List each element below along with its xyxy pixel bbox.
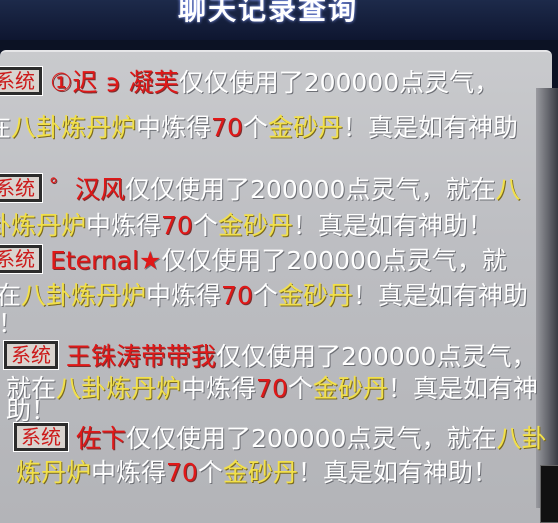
player-name[interactable]: ゜汉风 (50, 175, 125, 204)
item-name: 金砂丹 (222, 458, 298, 487)
chat-message: 系统 Eternal★仅仅使用了200000点灵气，就 (0, 244, 548, 277)
message-text: 在 (0, 113, 11, 142)
item-name: 金砂丹 (217, 211, 293, 240)
message-text: 中炼得 (146, 281, 222, 310)
message-text: ！ (0, 309, 24, 338)
player-name[interactable]: Eternal (50, 246, 139, 275)
message-text: ！真是如有神助！ (297, 458, 498, 487)
system-badge: 系统 (0, 244, 43, 274)
chat-message-line: 卦炼丹炉中炼得70个金砂丹！真是如有神助！ (0, 209, 546, 242)
system-badge: 系统 (0, 66, 43, 96)
message-text: ！真是如有神助 (352, 281, 528, 310)
message-text: ！ (0, 145, 11, 174)
furnace-name: 炼丹炉 (16, 458, 92, 487)
message-text: ！真是如有神助！ (292, 211, 493, 240)
quantity: 70 (166, 458, 198, 487)
message-text: 个 (242, 113, 268, 142)
chat-message-line: ！ (0, 307, 558, 340)
message-text: 助！ (6, 396, 57, 425)
message-text: 在 (0, 281, 22, 310)
player-name[interactable]: 佐卞 (76, 424, 126, 453)
player-name[interactable]: ①迟 ϶ 凝芙 (50, 68, 179, 97)
message-text: 仅仅使用了200000点灵气， (216, 342, 537, 371)
message-text: 仅仅使用了200000点灵气， (178, 68, 500, 97)
star-icon: ★ (138, 246, 162, 275)
item-name: 金砂丹 (267, 113, 343, 142)
chat-message-line: 在八卦炼丹炉中炼得70个金砂丹！真是如有神助 (0, 111, 546, 144)
furnace-name: 八 (495, 175, 521, 204)
chat-message: 系统 ゜汉风仅仅使用了200000点灵气，就在八 (0, 173, 548, 206)
message-text: ！真是如有神助 (342, 113, 518, 142)
message-text: 仅仅使用了200000点灵气，就 (161, 246, 507, 275)
window-title: 聊天记录查询 (178, 0, 359, 26)
player-name[interactable]: 王铢涛带带我 (66, 342, 216, 371)
message-text: 仅仅使用了200000点灵气，就在 (125, 175, 496, 204)
chat-message-line: 炼丹炉中炼得70个金砂丹！真是如有神助！ (16, 456, 558, 489)
message-text: 中炼得 (86, 211, 162, 240)
furnace-name: 八卦炼丹炉 (11, 113, 137, 142)
furnace-name: 八卦炼丹炉 (21, 281, 147, 310)
item-name: 金砂丹 (277, 281, 353, 310)
furnace-name: 八卦 (496, 424, 547, 453)
message-text: 中炼得 (91, 458, 167, 487)
quantity: 70 (161, 211, 193, 240)
chat-message: 系统 ①迟 ϶ 凝芙仅仅使用了200000点灵气， (0, 66, 548, 99)
chat-message: 系统 王铢涛带带我仅仅使用了200000点灵气， (3, 340, 558, 373)
message-text: 个 (252, 281, 278, 310)
chat-message-line: ！ (0, 143, 546, 176)
furnace-name: 卦炼丹炉 (0, 211, 87, 240)
system-badge: 系统 (13, 422, 69, 452)
message-text: 中炼得 (136, 113, 212, 142)
message-text: 仅仅使用了200000点灵气，就在 (126, 424, 497, 453)
system-badge: 系统 (3, 340, 59, 370)
quantity: 70 (211, 113, 243, 142)
chat-message: 系统 佐卞仅仅使用了200000点灵气，就在八卦 (13, 422, 558, 455)
message-text: 个 (197, 458, 223, 487)
title-bar: 聊天记录查询 (0, 0, 558, 40)
message-text: 个 (192, 211, 218, 240)
system-badge: 系统 (0, 173, 43, 203)
quantity: 70 (221, 281, 253, 310)
